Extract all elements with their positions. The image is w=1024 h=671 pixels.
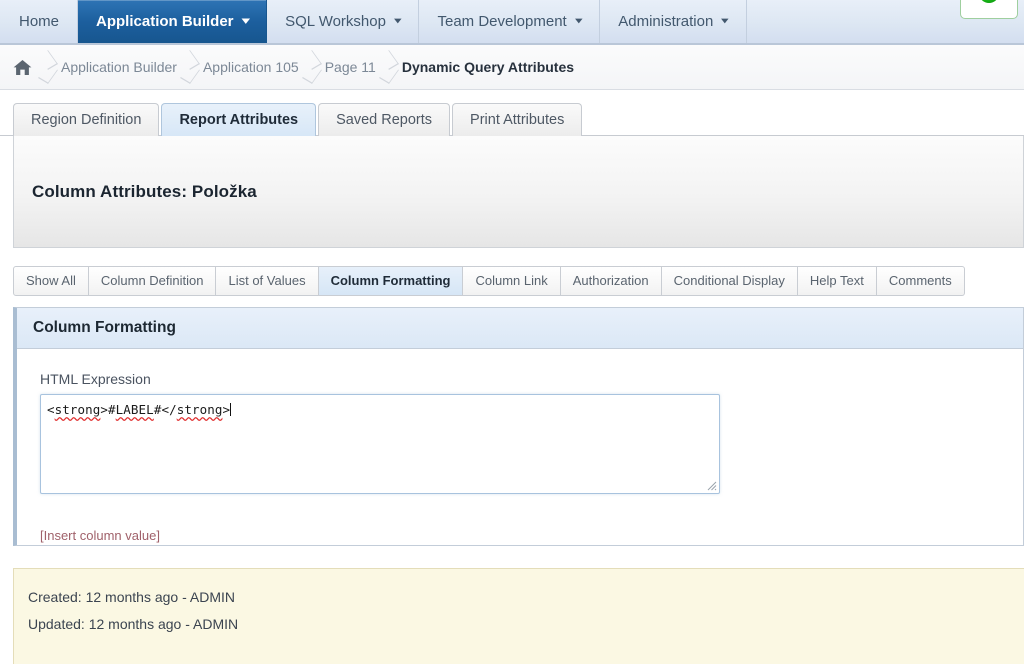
subtab-comments[interactable]: Comments <box>876 266 965 296</box>
column-formatting-region: Column Formatting HTML Expression <stron… <box>13 307 1024 546</box>
breadcrumb-separator <box>376 45 402 90</box>
home-icon[interactable] <box>9 54 35 80</box>
status-badge[interactable] <box>960 0 1018 19</box>
subtab-column-definition[interactable]: Column Definition <box>88 266 217 296</box>
nav-item-label: Application Builder <box>96 13 234 30</box>
page-title-panel: Column Attributes: Položka <box>13 136 1024 248</box>
nav-item-application-builder[interactable]: Application Builder ▾ <box>78 0 268 43</box>
breadcrumb-separator <box>177 45 203 90</box>
chevron-down-icon: ▾ <box>241 15 250 27</box>
created-info: Created: 12 months ago - ADMIN <box>28 589 235 605</box>
subtab-column-formatting[interactable]: Column Formatting <box>318 266 464 296</box>
breadcrumb-item-current: Dynamic Query Attributes <box>401 59 575 75</box>
subtab-conditional-display[interactable]: Conditional Display <box>661 266 798 296</box>
chevron-down-icon: ▾ <box>721 15 729 27</box>
nav-item-label: Home <box>19 13 60 30</box>
top-navigation-bar: Home Application Builder ▾ SQL Workshop … <box>0 0 1024 45</box>
green-status-circle-icon <box>979 0 999 3</box>
subtab-column-link[interactable]: Column Link <box>463 266 561 296</box>
syntax-mid: #</ <box>153 402 177 417</box>
nav-item-label: Administration <box>618 13 714 30</box>
nav-item-label: SQL Workshop <box>285 13 386 30</box>
syntax-close-tag: strong <box>176 402 223 417</box>
tab-report-attributes[interactable]: Report Attributes <box>161 103 317 136</box>
page-title: Column Attributes: Položka <box>32 181 257 201</box>
breadcrumb-item-page-11[interactable]: Page 11 <box>325 59 376 75</box>
html-expression-textarea[interactable]: <strong>#LABEL#</strong> <box>40 394 720 494</box>
nav-item-home[interactable]: Home <box>0 0 79 43</box>
resize-grip-icon[interactable] <box>705 479 717 491</box>
nav-item-team-development[interactable]: Team Development ▾ <box>419 0 601 43</box>
html-expression-value: <strong>#LABEL#</strong> <box>41 395 719 419</box>
region-header: Column Formatting <box>17 308 1023 349</box>
region-body: HTML Expression <strong>#LABEL#</strong>… <box>17 349 1023 545</box>
syntax-open-lt: < <box>47 402 55 417</box>
breadcrumb-separator <box>299 45 325 90</box>
breadcrumb-separator <box>35 45 61 90</box>
subtab-authorization[interactable]: Authorization <box>560 266 662 296</box>
text-cursor <box>230 403 232 416</box>
chevron-down-icon: ▾ <box>393 15 402 27</box>
nav-item-sql-workshop[interactable]: SQL Workshop ▾ <box>267 0 420 43</box>
breadcrumb: Application Builder Application 105 Page… <box>0 45 1024 90</box>
subtab-list-of-values[interactable]: List of Values <box>216 266 319 296</box>
updated-info: Updated: 12 months ago - ADMIN <box>28 615 239 632</box>
subtab-show-all[interactable]: Show All <box>13 266 89 296</box>
primary-tabs-container: Region Definition Report Attributes Save… <box>0 90 1024 136</box>
tab-saved-reports[interactable]: Saved Reports <box>318 103 451 136</box>
tab-region-definition[interactable]: Region Definition <box>13 103 160 136</box>
chevron-down-icon: ▾ <box>574 15 583 27</box>
subtabs-container: Show All Column Definition List of Value… <box>0 248 1024 296</box>
syntax-open-gt: ># <box>100 402 116 417</box>
primary-tabs: Region Definition Report Attributes Save… <box>13 102 1024 136</box>
insert-column-value-link[interactable]: [Insert column value] <box>40 528 160 543</box>
subtab-help-text[interactable]: Help Text <box>797 266 877 296</box>
syntax-close-gt: > <box>222 402 231 417</box>
nav-item-administration[interactable]: Administration ▾ <box>600 0 747 43</box>
html-expression-label: HTML Expression <box>40 371 151 387</box>
nav-item-label: Team Development <box>437 13 567 30</box>
audit-footer: Created: 12 months ago - ADMIN Updated: … <box>13 568 1024 664</box>
syntax-substitution-token: LABEL <box>115 402 154 417</box>
tab-print-attributes[interactable]: Print Attributes <box>452 103 583 136</box>
syntax-open-tag: strong <box>54 402 101 417</box>
breadcrumb-item-application-105[interactable]: Application 105 <box>203 59 299 75</box>
breadcrumb-item-application-builder[interactable]: Application Builder <box>61 59 177 75</box>
subtabs: Show All Column Definition List of Value… <box>13 266 1024 296</box>
